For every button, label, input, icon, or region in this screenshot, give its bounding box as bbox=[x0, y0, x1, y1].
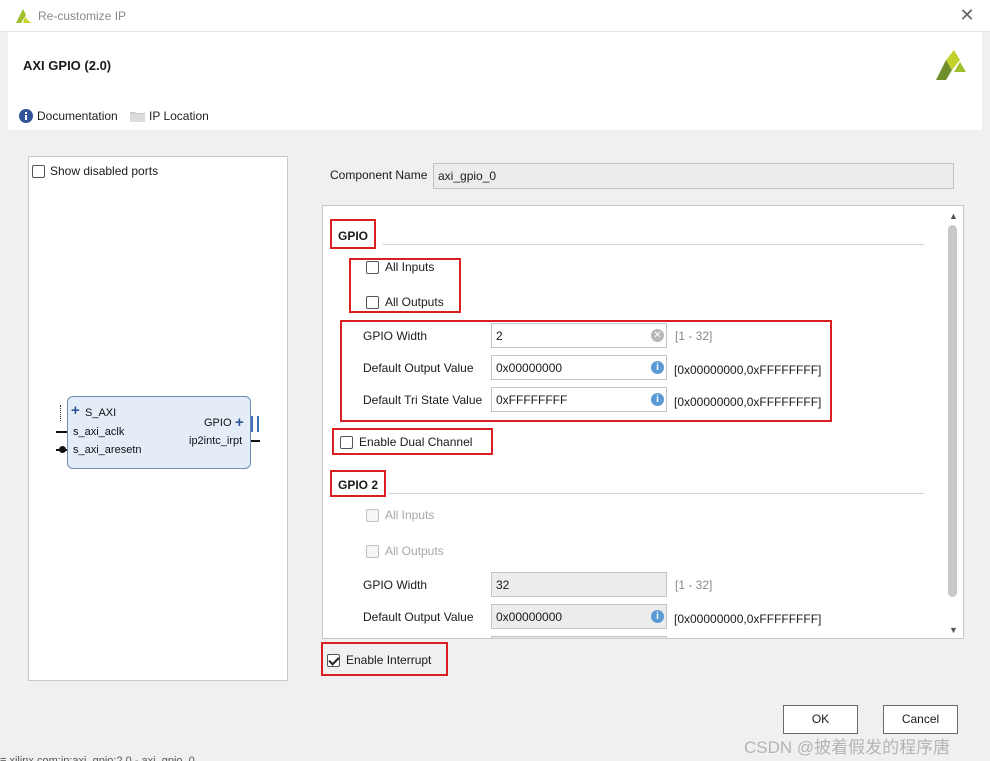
gpio2-default-output-label: Default Output Value bbox=[363, 610, 474, 624]
gpio2-width-range: [1 - 32] bbox=[675, 578, 713, 592]
gpio2-default-output-info-icon[interactable]: i bbox=[651, 610, 664, 623]
enable-interrupt-label: Enable Interrupt bbox=[346, 653, 432, 667]
window-title: Re-customize IP bbox=[38, 9, 127, 23]
ip2intc-irpt-port-label: ip2intc_irpt bbox=[189, 435, 243, 447]
gpio-bus-pin bbox=[251, 416, 259, 432]
gpio2-default-output-input: 0x00000000 bbox=[491, 604, 667, 629]
gpio-all-inputs-row[interactable]: All Inputs bbox=[366, 260, 434, 274]
gpio2-all-outputs-checkbox bbox=[366, 544, 379, 558]
clear-gpio-width-icon[interactable]: ✕ bbox=[651, 329, 664, 342]
gpio-default-output-range: [0x00000000,0xFFFFFFFF] bbox=[674, 363, 822, 377]
enable-dual-channel-label: Enable Dual Channel bbox=[359, 435, 473, 449]
documentation-link[interactable]: Documentation bbox=[19, 109, 118, 123]
enable-interrupt-checkbox[interactable] bbox=[327, 653, 340, 667]
configuration-scrollbar[interactable]: ▲ ▼ bbox=[945, 207, 962, 637]
ip-location-label: IP Location bbox=[149, 109, 209, 123]
scrollbar-thumb[interactable] bbox=[948, 225, 957, 597]
gpio-all-inputs-label: All Inputs bbox=[385, 260, 435, 274]
s-axi-aresetn-port-label: s_axi_aresetn bbox=[73, 444, 142, 456]
gpio2-section-separator bbox=[389, 493, 924, 494]
gpio2-default-output-range: [0x00000000,0xFFFFFFFF] bbox=[674, 612, 822, 626]
s-axi-port-label: S_AXI bbox=[85, 407, 117, 419]
component-name-label: Component Name bbox=[330, 168, 428, 182]
gpio2-width-label: GPIO Width bbox=[363, 578, 428, 592]
gpio2-section-title: GPIO 2 bbox=[338, 478, 379, 492]
scroll-down-icon[interactable]: ▼ bbox=[945, 623, 962, 637]
gpio2-all-inputs-checkbox bbox=[366, 508, 379, 522]
background-status-text: ≡ xilinx.com:ip:axi_gpio:2.0 - axi_gpio_… bbox=[0, 755, 195, 761]
enable-dual-channel-checkbox[interactable] bbox=[340, 435, 353, 449]
gpio-default-tri-input[interactable]: 0xFFFFFFFF bbox=[491, 387, 667, 412]
gpio2-all-outputs-label: All Outputs bbox=[385, 544, 444, 558]
show-disabled-ports-label: Show disabled ports bbox=[50, 164, 159, 178]
gpio-default-tri-range: [0x00000000,0xFFFFFFFF] bbox=[674, 395, 822, 409]
gpio2-width-input: 32 bbox=[491, 572, 667, 597]
component-name-field[interactable]: axi_gpio_0 bbox=[433, 163, 954, 189]
gpio-width-input[interactable]: 2 bbox=[491, 323, 667, 348]
folder-icon bbox=[130, 112, 145, 122]
axi-gpio-block[interactable]: + S_AXI s_axi_aclk s_axi_aresetn GPIO + … bbox=[67, 396, 251, 469]
enable-dual-channel-row[interactable]: Enable Dual Channel bbox=[340, 435, 472, 449]
ip-location-link[interactable]: IP Location bbox=[130, 109, 209, 123]
ok-button[interactable]: OK bbox=[783, 705, 858, 734]
show-disabled-ports-row[interactable]: Show disabled ports bbox=[32, 164, 158, 178]
gpio-all-outputs-row[interactable]: All Outputs bbox=[366, 295, 444, 309]
gpio-width-label: GPIO Width bbox=[363, 329, 428, 343]
cancel-button[interactable]: Cancel bbox=[883, 705, 958, 734]
reset-pin-bubble bbox=[59, 446, 66, 453]
gpio-default-tri-info-icon[interactable]: i bbox=[651, 393, 664, 406]
gpio2-next-field-partial bbox=[491, 636, 667, 638]
expand-s-axi-icon[interactable]: + bbox=[71, 403, 80, 418]
clock-pin bbox=[56, 431, 67, 433]
gpio-port-label: GPIO bbox=[204, 417, 232, 429]
documentation-label: Documentation bbox=[37, 109, 118, 123]
gpio2-all-inputs-row: All Inputs bbox=[366, 508, 434, 522]
title-bar: Re-customize IP ✕ bbox=[0, 0, 990, 32]
xilinx-brand-logo-icon bbox=[936, 50, 966, 80]
ip-symbol-panel: Show disabled ports + S_AXI s_axi_aclk s… bbox=[28, 156, 288, 681]
gpio2-all-outputs-row: All Outputs bbox=[366, 544, 444, 558]
info-circle-icon bbox=[19, 109, 33, 123]
gpio-all-outputs-checkbox[interactable] bbox=[366, 295, 379, 309]
gpio-all-outputs-label: All Outputs bbox=[385, 295, 444, 309]
expand-gpio-icon[interactable]: + bbox=[235, 415, 244, 430]
ip-title: AXI GPIO (2.0) bbox=[23, 58, 112, 73]
gpio-default-output-info-icon[interactable]: i bbox=[651, 361, 664, 374]
enable-interrupt-row[interactable]: Enable Interrupt bbox=[327, 653, 431, 667]
configuration-panel[interactable]: GPIO All Inputs All Outputs GPIO Width 2… bbox=[322, 205, 964, 639]
irq-pin bbox=[251, 440, 260, 442]
dialog-header: AXI GPIO (2.0) Documentation IP Location bbox=[8, 32, 982, 130]
gpio-default-output-label: Default Output Value bbox=[363, 361, 474, 375]
gpio-width-range: [1 - 32] bbox=[675, 329, 713, 343]
gpio-default-output-input[interactable]: 0x00000000 bbox=[491, 355, 667, 380]
gpio-section-separator bbox=[383, 244, 924, 245]
s-axi-aclk-port-label: s_axi_aclk bbox=[73, 426, 125, 438]
gpio-default-tri-label: Default Tri State Value bbox=[363, 393, 483, 407]
scroll-up-icon[interactable]: ▲ bbox=[945, 209, 962, 223]
gpio2-all-inputs-label: All Inputs bbox=[385, 508, 435, 522]
gpio-section-title: GPIO bbox=[338, 229, 369, 243]
close-icon[interactable]: ✕ bbox=[958, 5, 976, 25]
gpio-all-inputs-checkbox[interactable] bbox=[366, 260, 379, 274]
csdn-watermark: CSDN @披着假发的程序唐 bbox=[744, 738, 951, 757]
show-disabled-ports-checkbox[interactable] bbox=[32, 164, 45, 178]
xilinx-logo-icon bbox=[16, 9, 31, 23]
